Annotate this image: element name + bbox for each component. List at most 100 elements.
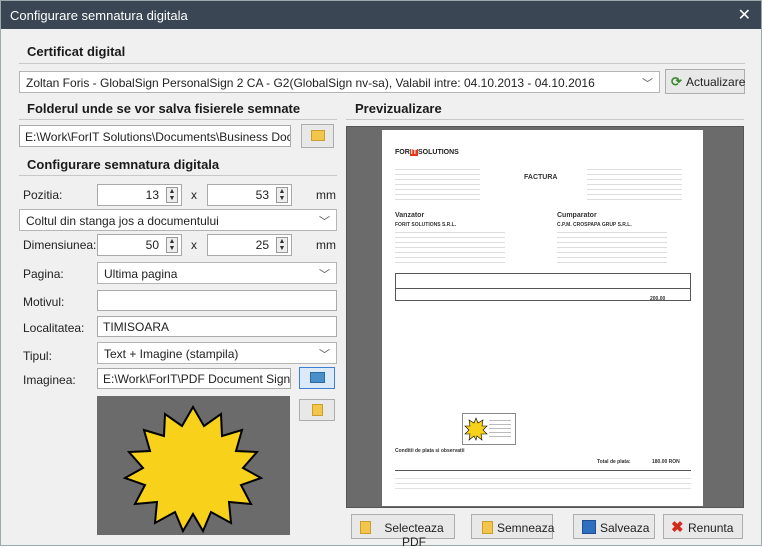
table-rule xyxy=(396,288,690,289)
chevron-down-icon: ﹀ xyxy=(642,78,653,90)
imaginea-label: Imaginea: xyxy=(23,373,76,387)
close-icon[interactable]: ✕ xyxy=(738,5,751,25)
pagina-select[interactable]: Ultima pagina ﹀ xyxy=(97,262,337,284)
imaginea-input[interactable]: E:\Work\ForIT\PDF Document Signing\Fc xyxy=(97,368,291,389)
chevron-down-icon: ﹀ xyxy=(319,269,330,281)
items-table xyxy=(395,273,691,301)
pozitia-y-stepper[interactable]: 53 ▲ ▼ xyxy=(207,184,292,206)
refresh-label: Actualizare xyxy=(686,75,746,89)
spin-arrows-icon[interactable]: ▲ ▼ xyxy=(166,187,178,203)
divider xyxy=(19,63,745,64)
footer-rule xyxy=(395,470,691,471)
divider xyxy=(346,119,744,120)
seller-lines xyxy=(395,229,505,264)
corner-select[interactable]: Coltul din stanga jos a documentului ﹀ xyxy=(19,209,337,231)
certificate-select[interactable]: Zoltan Foris - GlobalSign PersonalSign 2… xyxy=(19,71,660,93)
localitatea-input[interactable]: TIMISOARA xyxy=(97,316,337,337)
dim-width-stepper[interactable]: 50 ▲ ▼ xyxy=(97,234,182,256)
motivul-label: Motivul: xyxy=(23,295,65,309)
folder-path-input[interactable]: E:\Work\ForIT Solutions\Documents\Busine… xyxy=(19,125,291,147)
spin-arrows-icon[interactable]: ▲ ▼ xyxy=(276,187,288,203)
buyer-heading: Cumparator xyxy=(557,212,597,219)
footer-lines xyxy=(395,475,691,493)
logo-text: SOLUTIONS xyxy=(418,149,459,156)
item-total: 200.00 xyxy=(650,296,666,302)
sign-button[interactable]: Semneaza xyxy=(471,514,555,539)
certificate-value: Zoltan Foris - GlobalSign PersonalSign 2… xyxy=(26,76,595,90)
certificat-heading: Certificat digital xyxy=(27,44,126,59)
chevron-down-icon: ﹀ xyxy=(319,216,330,228)
dim-width-value: 50 xyxy=(145,238,159,252)
tipul-label: Tipul: xyxy=(23,349,52,363)
pagina-label: Pagina: xyxy=(23,267,64,281)
motivul-input[interactable] xyxy=(97,290,337,311)
save-button[interactable]: Salveaza xyxy=(573,514,655,539)
preview-heading: Previzualizare xyxy=(355,101,442,116)
folder-icon xyxy=(312,404,323,416)
localitatea-value: TIMISOARA xyxy=(103,320,170,334)
tipul-select[interactable]: Text + Imagine (stampila) ﹀ xyxy=(97,342,337,364)
clear-image-button[interactable] xyxy=(299,399,335,421)
dimensiunea-label: Dimensiunea: xyxy=(23,238,97,252)
doc-footer: Conditii de plata si observatii xyxy=(395,448,465,454)
save-label: Salveaza xyxy=(600,521,650,535)
folder-path-value: E:\Work\ForIT Solutions\Documents\Busine… xyxy=(25,130,290,144)
logo: FORITSOLUTIONS xyxy=(395,149,459,156)
select-pdf-label: Selecteaza PDF xyxy=(384,521,444,549)
chevron-down-icon: ﹀ xyxy=(319,349,330,361)
buyer-lines xyxy=(557,229,667,264)
title-bar: Configurare semnatura digitala ✕ xyxy=(1,1,761,29)
image-icon xyxy=(310,372,325,383)
dialog-window: Configurare semnatura digitala ✕ Certifi… xyxy=(0,0,762,549)
sign-label: Semneaza xyxy=(497,521,555,535)
signature-stamp xyxy=(462,413,516,445)
pozitia-y-value: 53 xyxy=(255,188,269,202)
pdf-file-icon xyxy=(360,521,371,534)
stamp-image-preview xyxy=(97,396,290,535)
pagina-value: Ultima pagina xyxy=(104,267,178,281)
logo-text: FOR xyxy=(395,149,410,156)
x-label: x xyxy=(191,188,197,202)
refresh-icon: ⟳ xyxy=(671,74,682,89)
total-label: Total de plata: xyxy=(597,459,631,465)
seller-name: FORIT SOLUTIONS S.R.L. xyxy=(395,222,457,228)
browse-folder-button[interactable] xyxy=(301,124,334,148)
invoice-meta-lines xyxy=(587,166,682,204)
dim-height-stepper[interactable]: 25 ▲ ▼ xyxy=(207,234,292,256)
starburst-shape xyxy=(464,417,488,441)
sign-file-icon xyxy=(482,521,493,534)
corner-value: Coltul din stanga jos a documentului xyxy=(26,214,219,228)
pdf-page: FORITSOLUTIONS FACTURA Vanzator FORIT SO… xyxy=(382,130,703,506)
select-pdf-button[interactable]: Selecteaza PDF xyxy=(351,514,455,549)
starburst-stamp-icon xyxy=(464,417,488,441)
cancel-label: Renunta xyxy=(688,521,734,535)
unit-mm-label: mm xyxy=(316,188,336,202)
folder-heading: Folderul unde se vor salva fisierele sem… xyxy=(27,101,301,116)
pdf-preview[interactable]: FORITSOLUTIONS FACTURA Vanzator FORIT SO… xyxy=(346,126,744,508)
pozitia-label: Pozitia: xyxy=(23,188,63,202)
starburst-shape xyxy=(122,405,264,534)
buyer-name: C.P.M. CROSPAPA GRUP S.R.L. xyxy=(557,222,632,228)
stamp-text-lines xyxy=(489,418,511,438)
spin-arrows-icon[interactable]: ▲ ▼ xyxy=(276,237,288,253)
doc-type: FACTURA xyxy=(524,174,558,181)
imaginea-value: E:\Work\ForIT\PDF Document Signing\Fc xyxy=(103,372,291,386)
localitatea-label: Localitatea: xyxy=(23,321,85,335)
invoice-meta-lines xyxy=(395,166,480,204)
dim-height-value: 25 xyxy=(255,238,269,252)
floppy-disk-icon xyxy=(582,520,596,534)
starburst-stamp-icon xyxy=(122,405,264,534)
folder-icon xyxy=(311,130,325,141)
refresh-button[interactable]: ⟳ Actualizare xyxy=(665,69,745,94)
unit-mm-label: mm xyxy=(316,238,336,252)
divider xyxy=(19,175,337,176)
pozitia-x-stepper[interactable]: 13 ▲ ▼ xyxy=(97,184,182,206)
spin-arrows-icon[interactable]: ▲ ▼ xyxy=(166,237,178,253)
browse-image-button[interactable] xyxy=(299,367,335,389)
window-title: Configurare semnatura digitala xyxy=(10,8,188,23)
divider xyxy=(19,119,337,120)
x-label: x xyxy=(191,238,197,252)
seller-heading: Vanzator xyxy=(395,212,425,219)
cancel-button[interactable]: ✖ Renunta xyxy=(663,514,743,539)
cancel-x-icon: ✖ xyxy=(671,519,684,536)
